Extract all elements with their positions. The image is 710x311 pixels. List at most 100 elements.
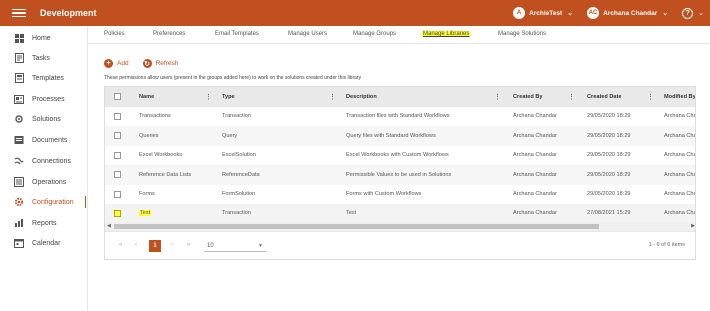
cell-created-by: Archana Chandar	[513, 132, 557, 139]
column-menu-icon[interactable]: ⋮	[205, 87, 212, 107]
operations-icon	[14, 177, 24, 187]
table-row[interactable]: Forms FormSolution Forms with Custom Wor…	[105, 185, 696, 205]
table-row[interactable]: Transactions Transaction Transaction fil…	[105, 107, 695, 127]
cell-description: Transaction files with Standard Workflow…	[346, 113, 450, 120]
row-checkbox[interactable]	[114, 190, 121, 198]
config-tabs: Policies Preferences Email Templates Man…	[88, 26, 710, 44]
sidebar-item-reports[interactable]: Reports	[0, 215, 88, 231]
help-menu[interactable]: ? ⌄	[682, 7, 704, 19]
cell-created-by: Archana Chandar	[513, 171, 557, 178]
cell-created-by: Archana Chandar	[513, 152, 557, 159]
row-checkbox[interactable]	[114, 209, 121, 217]
cell-name: Transactions	[139, 113, 171, 120]
tab-manage-groups[interactable]: Manage Groups	[353, 31, 396, 37]
sidebar-item-processes[interactable]: Processes	[0, 91, 88, 107]
column-menu-icon[interactable]: ⋮	[647, 87, 654, 107]
tab-email-templates[interactable]: Email Templates	[215, 31, 259, 37]
tab-preferences[interactable]: Preferences	[153, 31, 185, 37]
page-size-select[interactable]: 10 ▼	[204, 240, 266, 252]
sidebar-item-label: Tasks	[32, 54, 50, 62]
workspace-avatar: A	[513, 7, 526, 19]
home-icon	[14, 33, 24, 43]
sidebar-item-calendar[interactable]: Calendar	[0, 235, 88, 251]
sidebar-item-label: Documents	[32, 136, 68, 144]
templates-icon	[14, 73, 24, 83]
sidebar-item-operations[interactable]: Operations	[0, 174, 88, 190]
processes-icon	[14, 94, 24, 104]
workspace-selector[interactable]: A ArchieTest ⌄	[513, 7, 573, 19]
sidebar-item-configuration[interactable]: Configuration	[0, 194, 88, 210]
cell-type: ExcelSolution	[222, 152, 256, 159]
column-header-created-by[interactable]: Created By	[513, 87, 543, 107]
checkbox[interactable]	[114, 93, 121, 101]
sidebar-item-label: Solutions	[32, 115, 61, 123]
cell-name: Excel Workbooks	[139, 152, 183, 159]
row-checkbox[interactable]	[114, 171, 121, 179]
chevron-down-icon: ⌄	[662, 10, 669, 17]
scroll-left-arrow-icon[interactable]: ◀	[107, 222, 111, 231]
cell-name: Forms	[139, 191, 155, 198]
sidebar-item-templates[interactable]: Templates	[0, 70, 88, 86]
next-page-button[interactable]: ›	[171, 242, 173, 248]
sidebar-item-label: Templates	[32, 74, 64, 82]
cell-created-date: 29/05/2020 18:29	[587, 152, 631, 159]
row-checkbox[interactable]	[114, 112, 121, 120]
tab-manage-libraries[interactable]: Manage Libraries	[422, 31, 471, 37]
column-header-created-date[interactable]: Created Date	[587, 87, 622, 107]
horizontal-scrollbar[interactable]: ◀ ▶	[105, 222, 695, 231]
column-menu-icon[interactable]: ⋮	[329, 87, 336, 107]
select-all-checkbox[interactable]	[114, 87, 121, 107]
table-row[interactable]: Reference Data Lists ReferenceData Permi…	[105, 165, 695, 185]
sidebar-item-home[interactable]: Home	[0, 30, 88, 46]
cell-created-by: Archana Chandar	[513, 210, 557, 216]
user-menu[interactable]: AC Archana Chandar ⌄	[587, 7, 668, 19]
gear-icon	[14, 197, 24, 207]
current-page-button[interactable]: 1	[149, 240, 161, 252]
active-indicator	[84, 196, 86, 208]
page-size-value: 10	[207, 242, 214, 249]
row-checkbox[interactable]	[114, 151, 121, 159]
first-page-button[interactable]: «	[119, 242, 122, 248]
column-header-description[interactable]: Description	[346, 87, 377, 107]
tab-policies[interactable]: Policies	[104, 31, 125, 37]
cell-created-date: 29/05/2020 18:29	[587, 191, 631, 198]
dropdown-arrow-icon: ▼	[258, 242, 263, 249]
prev-page-button[interactable]: ‹	[135, 242, 137, 248]
column-menu-icon[interactable]: ⋮	[568, 87, 575, 107]
scrollbar-thumb[interactable]	[114, 224, 599, 229]
table-header-row: Name ⋮ Type ⋮ Description ⋮ Created By ⋮…	[105, 87, 695, 107]
cell-modified-by: Archana Cha	[664, 191, 696, 198]
table-row[interactable]: Excel Workbooks ExcelSolution Excel Work…	[105, 146, 696, 166]
cell-created-date: 29/05/2020 18:29	[587, 132, 631, 139]
sidebar-item-label: Operations	[32, 178, 67, 186]
table-row[interactable]: Queries Query Query files with Standard …	[105, 126, 695, 146]
sidebar-item-label: Connections	[32, 157, 71, 165]
column-menu-icon[interactable]: ⋮	[494, 87, 501, 107]
sidebar-item-documents[interactable]: Documents	[0, 132, 88, 148]
sidebar-item-label: Calendar	[32, 239, 61, 247]
column-header-name[interactable]: Name	[139, 87, 154, 107]
column-header-modified-by[interactable]: Modified By	[664, 87, 695, 107]
cell-type: Transaction	[222, 210, 252, 216]
toolbar: + Add ↻ Refresh	[104, 59, 192, 68]
cell-created-by: Archana Chandar	[513, 113, 557, 120]
row-checkbox[interactable]	[114, 132, 121, 140]
sidebar: Home Tasks Templates Processes Solutions…	[0, 26, 88, 311]
sidebar-item-tasks[interactable]: Tasks	[0, 50, 88, 66]
add-button[interactable]: + Add	[104, 59, 129, 68]
refresh-button[interactable]: ↻ Refresh	[142, 59, 178, 68]
calendar-icon	[14, 238, 24, 248]
sidebar-item-connections[interactable]: Connections	[0, 153, 88, 169]
sidebar-item-solutions[interactable]: Solutions	[0, 111, 88, 127]
cell-modified-by: Archana Cha	[664, 152, 696, 159]
table-row[interactable]: Test Transaction Test Archana Chandar 27…	[105, 204, 695, 222]
scroll-right-arrow-icon[interactable]: ▶	[691, 222, 695, 231]
hamburger-menu-icon[interactable]	[12, 8, 26, 18]
user-avatar: AC	[587, 7, 600, 19]
chevron-down-icon: ⌄	[567, 10, 574, 17]
solutions-icon	[14, 114, 24, 124]
column-header-type[interactable]: Type	[222, 87, 235, 107]
tab-manage-users[interactable]: Manage Users	[288, 31, 327, 37]
last-page-button[interactable]: »	[187, 242, 190, 248]
tab-manage-solutions[interactable]: Manage Solutions	[498, 31, 546, 37]
